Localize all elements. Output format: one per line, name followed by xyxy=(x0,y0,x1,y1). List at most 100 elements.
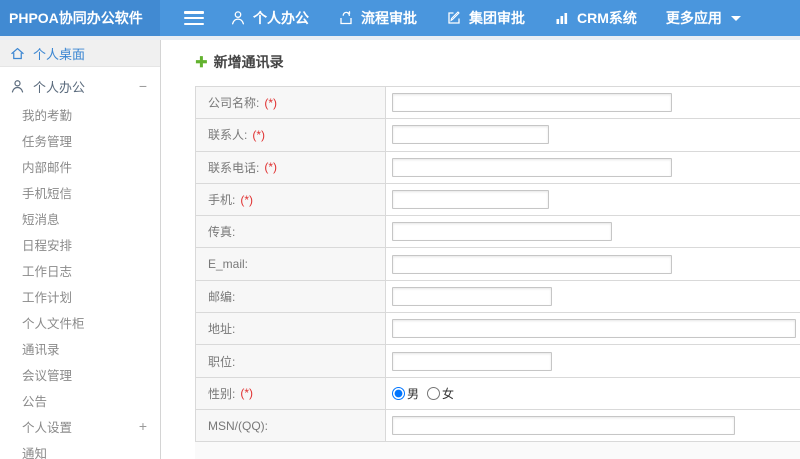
nav-item-crm-system[interactable]: CRM系统 xyxy=(554,8,637,28)
gender-option-女[interactable]: 女 xyxy=(427,385,454,402)
field-label-fax: 传真: xyxy=(196,216,386,248)
field-value-msn-qq xyxy=(386,409,800,442)
field-label-text: 传真: xyxy=(208,225,236,240)
radio-option-label: 女 xyxy=(442,386,455,401)
field-value-address xyxy=(386,313,800,345)
share-icon xyxy=(338,10,354,26)
nav-item-label: 流程审批 xyxy=(361,10,417,26)
sidebar-item-short-message[interactable]: 短消息 xyxy=(0,205,160,231)
field-label-position: 职位: xyxy=(196,345,386,377)
company-name-input[interactable] xyxy=(392,93,672,113)
sidebar-item-label: 工作日志 xyxy=(22,264,73,279)
sidebar-item-personal-settings[interactable]: 个人设置 + xyxy=(0,413,160,439)
form-row-contact-person: 联系人: (*) xyxy=(196,119,800,152)
field-label-text: 公司名称: xyxy=(208,96,260,111)
field-value-zip-code xyxy=(386,280,800,313)
sidebar-item-meeting-management[interactable]: 会议管理 xyxy=(0,361,160,387)
app-logo: PHPOA协同办公软件 xyxy=(0,0,160,36)
sidebar: 个人桌面个人办公 − 我的考勤任务管理内部邮件手机短信短消息日程安排工作日志工作计划… xyxy=(0,40,161,459)
sidebar-item-work-log[interactable]: 工作日志 xyxy=(0,257,160,283)
required-marker: (*) xyxy=(252,127,266,142)
user-icon xyxy=(10,79,25,94)
sidebar-item-label: 短消息 xyxy=(22,212,60,227)
required-marker: (*) xyxy=(240,192,254,207)
top-nav: 个人办公 流程审批 集团审批 CRM系统 更多应用 xyxy=(230,8,770,28)
field-label-zip-code: 邮编: xyxy=(196,280,386,313)
gender-option-男[interactable]: 男 xyxy=(392,385,419,402)
form-row-zip-code: 邮编: xyxy=(196,280,800,314)
sidebar-item-schedule[interactable]: 日程安排 xyxy=(0,231,160,257)
nav-item-process-approval[interactable]: 流程审批 xyxy=(338,8,417,28)
sidebar-item-notification[interactable]: 通知 xyxy=(0,439,160,459)
sidebar-item-label: 我的考勤 xyxy=(22,108,73,123)
field-label-company-name: 公司名称: (*) xyxy=(196,87,386,119)
required-marker: (*) xyxy=(264,95,278,110)
top-bar: PHPOA协同办公软件 个人办公 流程审批 集团审批 CRM系统 更多应用 xyxy=(0,0,800,36)
field-label-text: 手机: xyxy=(208,193,236,208)
email-input[interactable] xyxy=(392,254,672,274)
nav-item-group-approval[interactable]: 集团审批 xyxy=(446,8,525,28)
sidebar-item-address-book[interactable]: 通讯录 xyxy=(0,335,160,361)
field-value-fax xyxy=(386,216,800,248)
sidebar-item-work-plan[interactable]: 工作计划 xyxy=(0,283,160,309)
expand-icon[interactable]: + xyxy=(139,419,147,433)
nav-item-label: 更多应用 xyxy=(665,10,722,26)
nav-item-label: CRM系统 xyxy=(577,10,637,26)
sidebar-item-personal-desktop[interactable]: 个人桌面 xyxy=(0,40,160,67)
sidebar-item-label: 个人桌面 xyxy=(33,46,86,62)
contact-phone-input[interactable] xyxy=(392,157,672,177)
field-label-contact-person: 联系人: (*) xyxy=(196,119,386,151)
sidebar-item-task-management[interactable]: 任务管理 xyxy=(0,127,160,153)
field-value-company-name xyxy=(386,87,800,119)
main-content: ✚ 新增通讯录 公司名称: (*) 联系人: (*) 联系电话: (*) 手机: (*) 传真:… xyxy=(162,40,800,459)
form-row-fax: 传真: xyxy=(196,216,800,249)
sidebar-item-my-attendance[interactable]: 我的考勤 xyxy=(0,101,160,127)
mobile-input[interactable] xyxy=(392,190,549,210)
address-input[interactable] xyxy=(392,319,796,339)
position-input[interactable] xyxy=(392,351,552,371)
caret-down-icon xyxy=(730,15,741,21)
sidebar-item-label: 工作计划 xyxy=(22,290,73,305)
form-row-gender: 性别: (*) 男女 xyxy=(196,377,800,410)
field-value-email xyxy=(386,248,800,280)
bar-chart-icon xyxy=(554,10,570,26)
sidebar-item-label: 公告 xyxy=(22,394,48,409)
field-label-text: E_mail: xyxy=(208,257,249,272)
sidebar-item-announcement[interactable]: 公告 xyxy=(0,387,160,413)
sidebar-item-internal-mail[interactable]: 内部邮件 xyxy=(0,153,160,179)
gender-radio[interactable] xyxy=(427,386,441,400)
sidebar-item-personal-office[interactable]: 个人办公 − xyxy=(0,71,160,101)
msn-qq-input[interactable] xyxy=(392,416,735,436)
sidebar-item-label: 个人办公 xyxy=(33,79,86,95)
hamburger-menu-icon[interactable] xyxy=(184,11,204,25)
contact-person-input[interactable] xyxy=(392,125,549,145)
page-title: ✚ 新增通讯录 xyxy=(195,52,284,72)
collapse-icon[interactable]: − xyxy=(139,79,147,93)
field-value-gender: 男女 xyxy=(386,377,800,409)
sidebar-item-label: 通讯录 xyxy=(22,342,60,357)
field-value-contact-phone xyxy=(386,151,800,183)
sidebar-item-label: 内部邮件 xyxy=(22,160,73,175)
fax-input[interactable] xyxy=(392,222,612,242)
field-label-contact-phone: 联系电话: (*) xyxy=(196,151,386,183)
gender-radio[interactable] xyxy=(392,386,405,400)
field-label-text: 职位: xyxy=(208,354,236,369)
sidebar-item-label: 任务管理 xyxy=(22,134,73,149)
sidebar-item-label: 会议管理 xyxy=(22,368,73,383)
field-value-contact-person xyxy=(386,119,800,151)
field-label-text: 地址: xyxy=(208,322,236,337)
field-label-address: 地址: xyxy=(196,313,386,345)
sidebar-item-personal-file-cabinet[interactable]: 个人文件柜 xyxy=(0,309,160,335)
form-row-company-name: 公司名称: (*) xyxy=(196,87,800,120)
nav-item-more-apps[interactable]: 更多应用 xyxy=(666,8,741,28)
field-label-text: 邮编: xyxy=(208,289,236,304)
sidebar-item-label: 通知 xyxy=(22,446,48,459)
field-label-text: 联系人: xyxy=(208,128,248,143)
zip-code-input[interactable] xyxy=(392,286,552,306)
app-root: PHPOA协同办公软件 个人办公 流程审批 集团审批 CRM系统 更多应用 个人桌面 个人… xyxy=(0,0,800,459)
nav-item-personal-office[interactable]: 个人办公 xyxy=(230,8,309,28)
field-label-text: MSN/(QQ): xyxy=(208,418,268,433)
form-row-address: 地址: xyxy=(196,313,800,346)
sidebar-item-label: 个人文件柜 xyxy=(22,316,85,331)
sidebar-item-mobile-sms[interactable]: 手机短信 xyxy=(0,179,160,205)
